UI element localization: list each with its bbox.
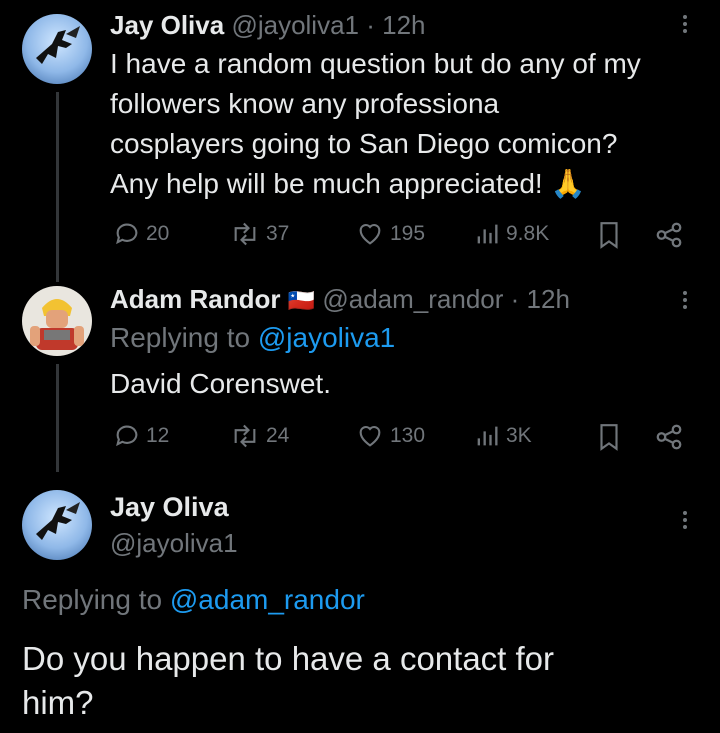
replying-to-handle[interactable]: @jayoliva1 [258, 322, 395, 353]
avatar-figure-icon [36, 26, 80, 64]
handle[interactable]: @jayoliva1 [110, 528, 238, 559]
thread-connector [56, 364, 59, 472]
replying-to-handle[interactable]: @adam_randor [170, 584, 365, 615]
reply-icon [116, 425, 138, 447]
heart-icon [359, 426, 381, 447]
repost-icon [234, 222, 256, 246]
handle[interactable]: @adam_randor [322, 284, 503, 314]
reply-count: 12 [146, 424, 170, 447]
replying-to: Replying to @jayoliva1 [110, 322, 395, 354]
reply-button[interactable]: 20 [112, 220, 169, 248]
like-count: 130 [390, 424, 426, 447]
repost-button[interactable]: 24 [228, 422, 289, 450]
display-name[interactable]: Jay Oliva [110, 492, 229, 523]
repost-count: 37 [266, 222, 290, 245]
tweet-text-line: Do you happen to have a contact for [22, 640, 555, 677]
repost-count: 24 [266, 424, 290, 447]
reply-button[interactable]: 12 [112, 422, 169, 450]
view-count: 9.8K [506, 222, 550, 245]
replying-to-label: Replying to [110, 322, 251, 353]
tweet-text-line: I have a random question but do any of m… [110, 48, 641, 79]
avatar-jay-oliva[interactable] [22, 14, 92, 84]
handle[interactable]: @jayoliva1 [231, 10, 359, 40]
separator: · [510, 284, 520, 314]
like-button[interactable]: 195 [354, 220, 425, 248]
chile-flag-icon: 🇨🇱 [287, 288, 316, 313]
share-icon [656, 222, 682, 248]
heart-icon [359, 224, 381, 245]
replying-to: Replying to @adam_randor [22, 584, 365, 616]
tweet-text-line: cosplayers going to San Diego comicon? [110, 128, 618, 159]
thread-connector [56, 92, 59, 282]
repost-icon [234, 424, 256, 448]
more-options-icon[interactable] [682, 288, 688, 312]
tweet-text-line: followers know any professiona [110, 88, 500, 119]
repost-button[interactable]: 37 [228, 220, 289, 248]
more-options-icon[interactable] [682, 508, 688, 532]
avatar-figure-icon [36, 502, 80, 540]
tweet-text: David Corenswet. [110, 368, 331, 399]
view-count: 3K [506, 424, 532, 447]
timestamp[interactable]: 12h [382, 10, 425, 40]
avatar-he-man-icon [30, 299, 84, 350]
share-button[interactable] [654, 422, 684, 452]
bookmark-icon [600, 424, 618, 451]
separator: · [366, 10, 375, 40]
bookmark-button[interactable] [596, 422, 622, 452]
display-name[interactable]: Adam Randor [110, 284, 280, 314]
analytics-icon [477, 224, 498, 244]
bookmark-button[interactable] [596, 220, 622, 250]
views-button[interactable]: 9.8K [472, 220, 549, 248]
analytics-icon [477, 426, 498, 446]
tweet-text-line: him? [22, 684, 94, 721]
share-icon [656, 424, 682, 450]
bookmark-icon [600, 222, 618, 249]
like-count: 195 [390, 222, 426, 245]
tweet-header: Jay Oliva @jayoliva1 · 12h [110, 10, 426, 41]
reply-icon [116, 223, 138, 245]
timestamp[interactable]: 12h [527, 284, 570, 314]
display-name[interactable]: Jay Oliva [110, 10, 224, 40]
views-button[interactable]: 3K [472, 422, 532, 450]
tweet-header: Adam Randor 🇨🇱 @adam_randor · 12h [110, 284, 570, 315]
share-button[interactable] [654, 220, 684, 250]
replying-to-label: Replying to [22, 584, 163, 615]
avatar-jay-oliva[interactable] [22, 490, 92, 560]
reply-count: 20 [146, 222, 170, 245]
tweet-text-line: Any help will be much appreciated! 🙏 [110, 168, 586, 199]
avatar-adam-randor[interactable] [22, 286, 92, 356]
more-options-icon[interactable] [682, 12, 688, 36]
like-button[interactable]: 130 [354, 422, 425, 450]
